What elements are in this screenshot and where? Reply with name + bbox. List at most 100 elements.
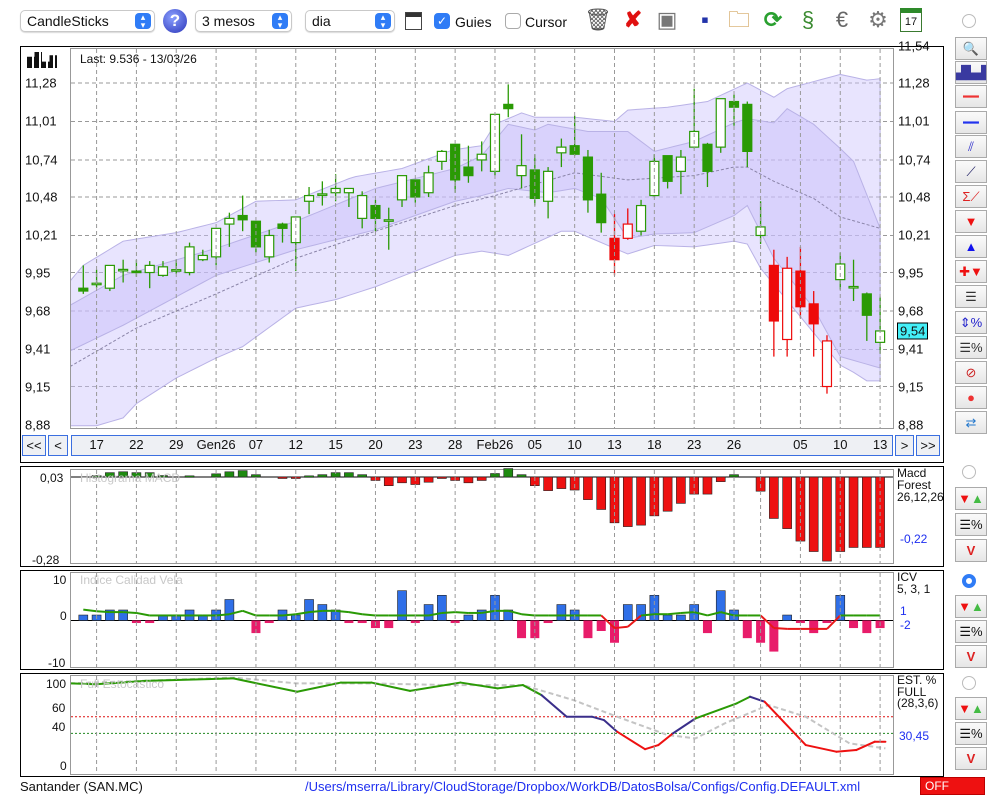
stoch-signal-arrows-icon[interactable]: ▼▲ <box>955 697 987 720</box>
macd-signal-arrows-icon[interactable]: ▼▲ <box>955 487 987 510</box>
icv-tick-10: 10 <box>53 573 67 587</box>
stoch-panel-radio[interactable] <box>962 676 976 690</box>
current-price-marker: 9,54 <box>897 322 929 340</box>
icv-tick-0: 0 <box>60 609 67 623</box>
date-label: 26 <box>726 437 742 452</box>
grid-lines-icon[interactable]: ☰ <box>955 285 987 308</box>
price-tick-right: 9,41 <box>898 341 924 357</box>
blue-line-icon[interactable]: ━━ <box>955 111 987 134</box>
chart-type-select[interactable]: CandleSticks ▴ ▾ <box>20 10 155 32</box>
date-label: 13 <box>872 437 888 452</box>
add-signal-icon[interactable]: ✚▼ <box>955 260 987 283</box>
cursor-label: Cursor <box>525 14 568 30</box>
channel-icon[interactable]: ⫽ <box>955 135 987 158</box>
date-label: 05 <box>527 437 543 452</box>
price-tick-right: 10,48 <box>898 189 931 205</box>
sell-arrow-icon[interactable]: ▼ <box>955 210 987 233</box>
date-label: 12 <box>288 437 303 452</box>
chart-window-icon[interactable] <box>405 12 422 30</box>
stoch-tick-40: 40 <box>52 720 66 734</box>
nav-prev-button[interactable]: < <box>48 435 68 456</box>
macd-top-tick: 0,03 <box>40 471 64 485</box>
icv-levels-percent-icon[interactable]: ☰% <box>955 620 987 643</box>
price-tick-left: 10,48 <box>25 189 58 205</box>
date-label: 29 <box>169 437 184 452</box>
date-label: 23 <box>686 437 702 452</box>
icv-title: Indice Calidad Vela <box>80 573 183 587</box>
cursor-checkbox[interactable] <box>505 13 521 29</box>
macd-panel-radio[interactable] <box>962 465 976 479</box>
levels-percent-icon[interactable]: ☰% <box>955 336 987 359</box>
icv-plot-area[interactable] <box>70 572 894 668</box>
record-icon[interactable]: ● <box>955 386 987 409</box>
calendar-day: 17 <box>904 16 918 28</box>
main-panel-radio[interactable] <box>962 14 976 28</box>
stoch-tick-60: 60 <box>52 701 66 715</box>
gear-icon[interactable]: ⚙ <box>864 6 892 34</box>
date-label: Gen26 <box>196 437 236 452</box>
nav-last-button[interactable]: >> <box>916 435 940 456</box>
macd-cross-lines-icon[interactable]: V <box>955 539 987 562</box>
price-tick-left: 10,21 <box>25 227 58 243</box>
date-label: 15 <box>328 437 343 452</box>
price-plot-area[interactable] <box>70 48 894 429</box>
price-tick-right: 11,54 <box>898 38 930 54</box>
forbidden-icon[interactable]: ⊘ <box>955 361 987 384</box>
range-percent-icon[interactable]: ⇕% <box>955 311 987 334</box>
icv-cross-lines-icon[interactable]: V <box>955 645 987 668</box>
save-icon[interactable]: ▪ <box>691 6 719 34</box>
price-tick-right: 10,21 <box>898 227 931 243</box>
stoch-tick-100: 100 <box>46 677 67 691</box>
chart-preview-icon[interactable]: ▟▙▟ <box>955 61 987 84</box>
price-tick-left: 8,88 <box>25 417 51 433</box>
update-icon[interactable]: § <box>794 6 822 34</box>
config-path-link[interactable]: /Users/mserra/Library/CloudStorage/Dropb… <box>305 779 860 794</box>
macd-levels-percent-icon[interactable]: ☰% <box>955 513 987 536</box>
period-select[interactable]: 3 mesos ▴ ▾ <box>195 10 292 32</box>
icv-value-2: -2 <box>900 618 911 632</box>
stoch-levels-percent-icon[interactable]: ☰% <box>955 722 987 745</box>
price-tick-left: 9,15 <box>25 379 51 395</box>
euro-icon[interactable]: € <box>828 6 856 34</box>
date-label: 17 <box>89 437 104 452</box>
trendline-icon[interactable]: ⟋ <box>955 160 987 183</box>
macd-plot-area[interactable] <box>70 469 894 564</box>
price-tick-right: 9,95 <box>898 265 924 281</box>
stoch-params: (28,3,6) <box>897 696 939 710</box>
nav-next-button[interactable]: > <box>895 435 914 456</box>
date-label: 10 <box>567 437 582 452</box>
interval-select[interactable]: dia ▴ ▾ <box>305 10 395 32</box>
icv-params: 5, 3, 1 <box>897 582 931 596</box>
red-line-icon[interactable]: ━━ <box>955 85 987 108</box>
symbol-label: Santander (SAN.MC) <box>20 779 143 794</box>
folder-icon[interactable]: 🗀 <box>725 6 753 34</box>
price-tick-left: 11,01 <box>25 113 57 129</box>
icv-signal-arrows-icon[interactable]: ▼▲ <box>955 595 987 618</box>
help-icon[interactable]: ? <box>163 9 187 33</box>
buy-arrow-icon[interactable]: ▲ <box>955 235 987 258</box>
stoch-value: 30,45 <box>899 729 930 743</box>
trash-icon[interactable]: 🗑 <box>584 6 612 34</box>
refresh-icon[interactable]: ⟳ <box>759 6 787 34</box>
price-tick-right: 9,68 <box>898 303 924 319</box>
date-label: Feb26 <box>476 437 514 452</box>
delete-icon[interactable]: ✘ <box>619 6 647 34</box>
zoom-icon[interactable]: 🔍 <box>955 37 987 60</box>
stoch-tick-0: 0 <box>60 759 67 773</box>
calendar-icon[interactable]: 17 <box>900 8 922 32</box>
swap-icon[interactable]: ⇄ <box>955 411 987 434</box>
macd-params: 26,12,26 <box>897 490 944 504</box>
status-off-badge[interactable]: OFF <box>920 777 985 795</box>
guides-checkbox[interactable]: ✓ <box>434 13 450 29</box>
nav-first-button[interactable]: << <box>22 435 46 456</box>
chevron-updown-icon: ▴ ▾ <box>375 13 391 30</box>
stoch-title: Full Estocastico <box>80 677 165 691</box>
screenshot-icon[interactable]: ▣ <box>653 6 681 34</box>
price-tick-left: 9,41 <box>25 341 51 357</box>
stoch-cross-lines-icon[interactable]: V <box>955 747 987 770</box>
chevron-updown-icon: ▴ ▾ <box>272 13 288 30</box>
sum-trendline-icon[interactable]: Σ⟋ <box>955 185 987 208</box>
date-label: 10 <box>833 437 848 452</box>
icv-panel-radio[interactable] <box>962 574 976 588</box>
stoch-plot-area[interactable] <box>70 675 894 775</box>
